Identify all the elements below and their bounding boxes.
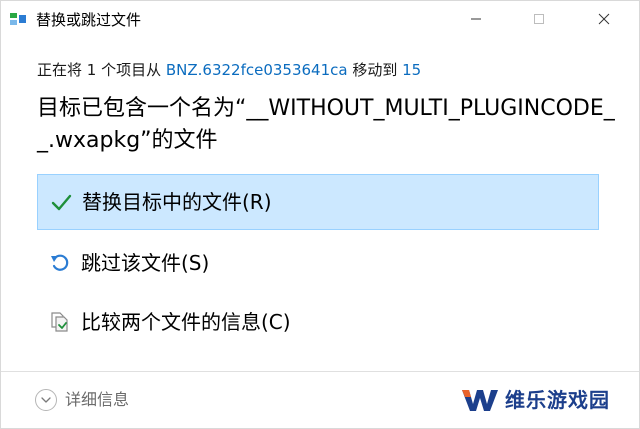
conflict-heading: 目标已包含一个名为“__WITHOUT_MULTI_PLUGINCODE__.w… <box>37 96 615 153</box>
source-folder-link[interactable]: BNZ.6322fce0353641ca <box>166 61 348 79</box>
status-prefix: 正在将 1 个项目从 <box>37 61 166 79</box>
file-conflict-dialog: 替换或跳过文件 正在将 1 个项目从 BNZ.6322fce0353641ca … <box>0 0 640 429</box>
compare-files-option[interactable]: 比较两个文件的信息(C) <box>37 294 599 350</box>
skip-file-label: 跳过该文件(S) <box>81 251 210 275</box>
maximize-button[interactable] <box>516 1 562 37</box>
minimize-icon <box>471 18 481 20</box>
close-icon <box>598 13 610 25</box>
chevron-down-icon <box>41 397 51 403</box>
move-status-text: 正在将 1 个项目从 BNZ.6322fce0353641ca 移动到 15 <box>37 59 421 81</box>
title-bar: 替换或跳过文件 <box>1 1 639 39</box>
status-middle: 移动到 <box>347 61 403 79</box>
replace-file-option[interactable]: 替换目标中的文件(R) <box>37 174 599 230</box>
details-label: 详细信息 <box>65 390 130 409</box>
compare-files-icon <box>51 312 68 332</box>
app-icon <box>10 13 26 25</box>
checkmark-icon <box>51 194 72 211</box>
undo-arrow-icon <box>51 254 69 271</box>
site-watermark: 维乐游戏园 <box>461 387 610 413</box>
window-title: 替换或跳过文件 <box>36 11 142 29</box>
details-toggle[interactable]: 详细信息 <box>35 389 129 411</box>
replace-file-label: 替换目标中的文件(R) <box>82 190 272 214</box>
maximize-icon <box>534 14 544 24</box>
details-expand-circle <box>35 389 57 411</box>
compare-files-label: 比较两个文件的信息(C) <box>81 310 291 334</box>
watermark-text: 维乐游戏园 <box>505 388 610 412</box>
destination-folder-link[interactable]: 15 <box>402 61 421 79</box>
watermark-logo-icon <box>462 390 498 411</box>
minimize-button[interactable] <box>453 1 499 37</box>
close-button[interactable] <box>581 1 627 37</box>
skip-file-option[interactable]: 跳过该文件(S) <box>37 235 599 291</box>
